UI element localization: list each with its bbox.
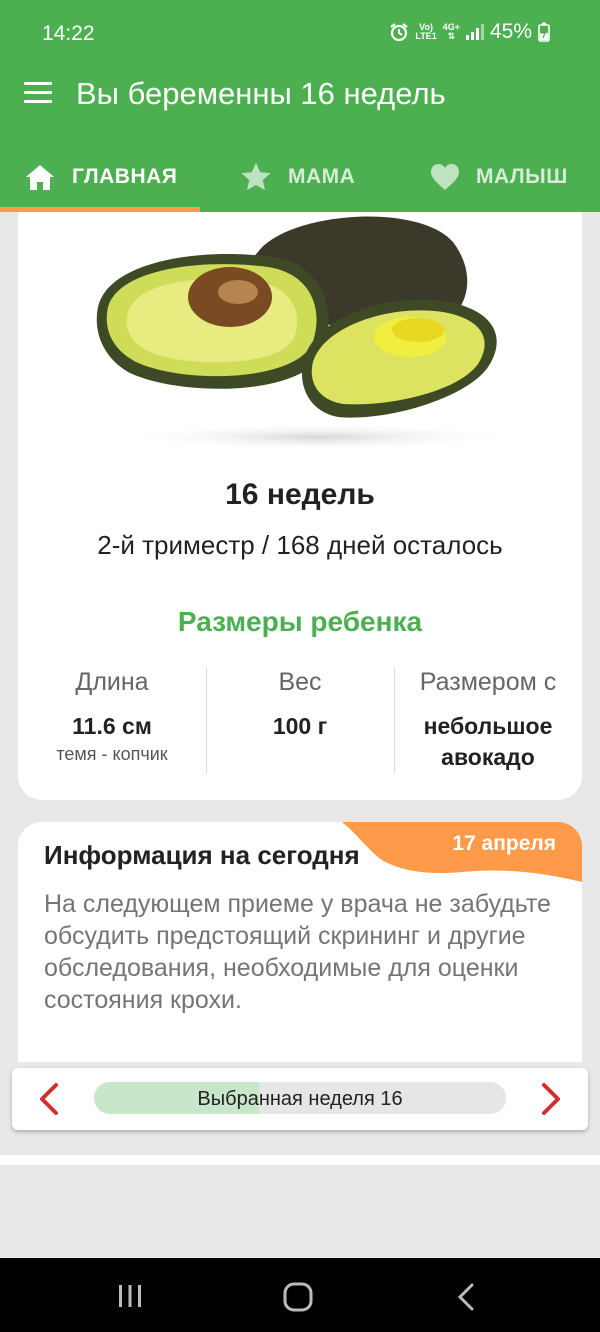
tab-mama[interactable]: МАМА [240,142,355,212]
weight-label: Вес [278,668,322,696]
week-selector: Выбранная неделя 16 [12,1068,588,1130]
battery-percent: 45% [489,20,532,43]
tab-home-label: ГЛАВНАЯ [72,165,178,188]
app-bar: Вы беременны 16 недель [0,50,600,142]
info-date: 17 апреля [452,832,556,855]
home-icon [26,165,54,190]
star-icon [241,163,271,191]
size-compare-value: небольшое авокадо [423,713,553,770]
weight-value: 100 г [272,713,328,739]
previous-week-arrow-icon[interactable] [34,1082,66,1116]
tab-home[interactable]: ГЛАВНАЯ [24,142,177,212]
baby-sizes-heading: Размеры ребенка [177,606,423,637]
home-button-icon[interactable] [282,1282,314,1312]
today-info-card: 17 апреля Информация на сегодня На следу… [18,822,582,1062]
tab-baby-label: МАЛЫШ [476,165,568,188]
system-nav-bar [0,1258,600,1332]
selected-week-label: Выбранная неделя 16 [197,1088,403,1110]
summary-card: 16 недель 2-й триместр / 168 дней остало… [18,212,582,800]
length-value: 11.6 см [72,713,152,739]
status-bar: 14:22 Vo) LTE1 4G+ ⇅ 45% [0,0,600,50]
status-time: 14:22 [42,22,95,45]
info-title: Информация на сегодня [44,840,360,870]
length-stat: Длина 11.6 см темя - копчик [18,668,206,765]
status-icons: Vo) LTE1 4G+ ⇅ 45% [389,20,550,44]
tab-baby[interactable]: МАЛЫШ [430,142,568,212]
app-title: Вы беременны 16 недель [76,76,446,111]
volte-indicator: Vo) LTE1 [415,22,437,41]
trimester-info: 2-й триместр / 168 дней осталось [97,530,503,560]
network-type: 4G+ ⇅ [442,22,460,41]
recent-apps-icon[interactable] [116,1282,144,1310]
menu-icon[interactable] [24,82,52,104]
bottom-strip [0,1155,600,1165]
length-measure-note: темя - копчик [56,744,168,764]
alarm-icon [390,23,409,42]
heart-icon [431,164,459,190]
size-compare-label: Размером с [419,668,557,696]
size-compare-stat: Размером с небольшое авокадо [394,668,582,773]
weeks-title: 16 недель [225,478,375,511]
info-text: На следующем приеме у врача не забудьте … [44,890,551,1014]
weight-stat: Вес 100 г [206,668,394,742]
signal-icon [465,24,484,40]
next-week-arrow-icon[interactable] [534,1082,566,1116]
back-icon[interactable] [454,1282,478,1312]
length-label: Длина [75,668,149,696]
tab-bar: ГЛАВНАЯ МАМА МАЛЫШ [0,142,600,212]
battery-charging-icon [538,22,550,42]
week-progress-bar: Выбранная неделя 16 [94,1082,506,1114]
tab-mama-label: МАМА [288,165,356,188]
avocado-image [96,216,508,451]
